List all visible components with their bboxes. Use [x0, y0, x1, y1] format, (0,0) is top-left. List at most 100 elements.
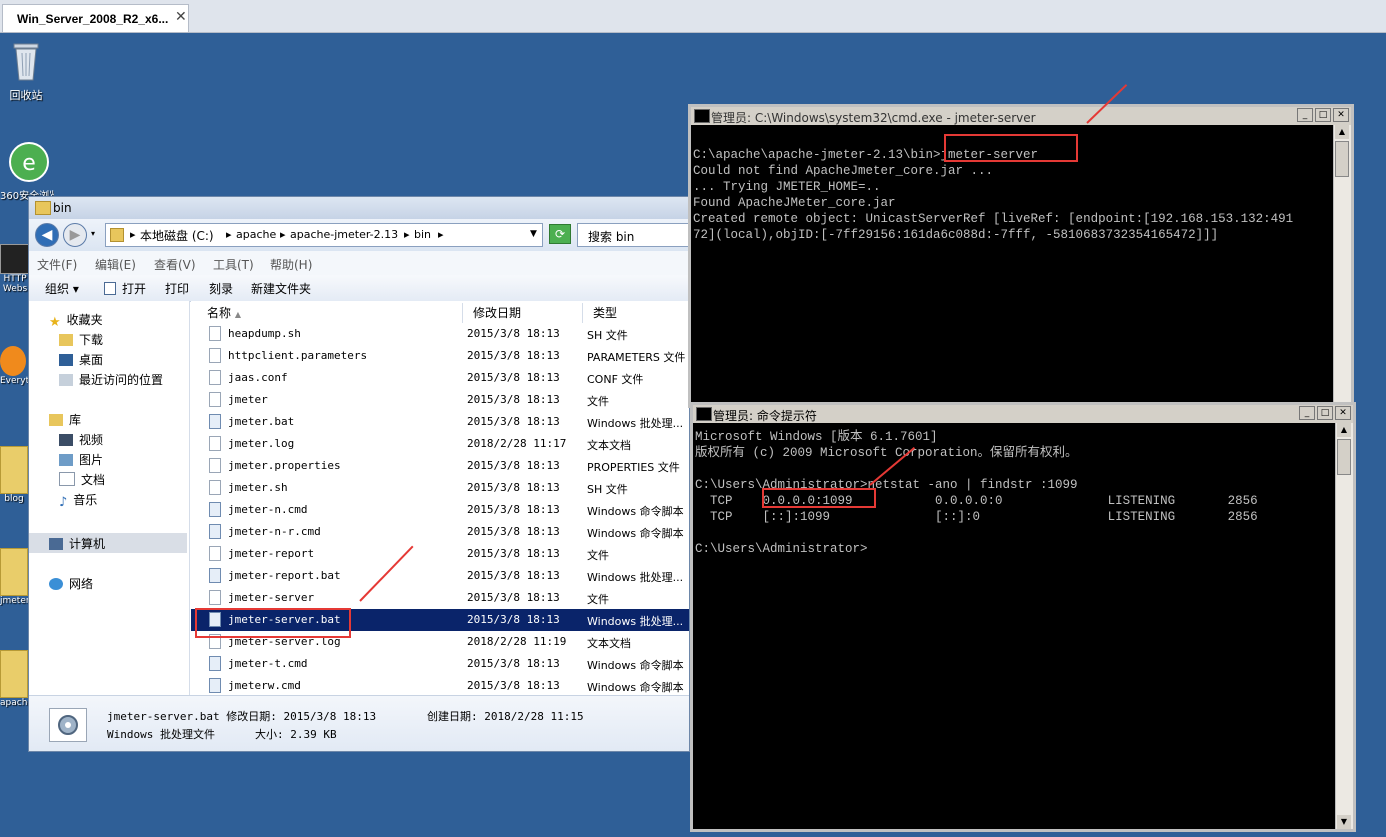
new-folder-button[interactable]: 新建文件夹: [251, 280, 311, 297]
menu-bar: 文件(F) 编辑(E) 查看(V) 工具(T) 帮助(H): [29, 251, 689, 275]
back-arrow-icon[interactable]: ◀: [35, 223, 59, 247]
nav-recent[interactable]: 最近访问的位置: [59, 371, 163, 388]
file-row[interactable]: httpclient.parameters 2015/3/8 18:13 PARAM…: [191, 345, 689, 367]
column-header-date[interactable]: 修改日期: [463, 303, 583, 323]
file-row[interactable]: jmeter-report 2015/3/8 18:13 文件: [191, 543, 689, 565]
minimize-button[interactable]: _: [1297, 108, 1313, 122]
vertical-scrollbar[interactable]: ▲: [1333, 125, 1351, 405]
gear-file-icon: [209, 568, 221, 583]
scroll-up-icon[interactable]: ▲: [1337, 423, 1351, 437]
file-row[interactable]: jmeter-n-r.cmd 2015/3/8 18:13 Windows 命令脚本: [191, 521, 689, 543]
nav-computer[interactable]: 计算机: [49, 535, 105, 552]
file-type: 文件: [587, 395, 609, 408]
column-header-type[interactable]: 类型: [583, 303, 689, 323]
file-name: heapdump.sh: [228, 327, 301, 340]
cmd-title-bar[interactable]: 管理员: C:\Windows\system32\cmd.exe - jmete…: [691, 107, 1351, 125]
scroll-thumb[interactable]: [1335, 141, 1349, 177]
breadcrumb-apache[interactable]: apache: [236, 228, 276, 241]
file-type: Windows 批处理...: [587, 417, 684, 430]
server-icon: [0, 244, 30, 274]
minimize-button[interactable]: _: [1299, 406, 1315, 420]
forward-arrow-icon[interactable]: ▶: [63, 223, 87, 247]
desktop-icon-jmeter[interactable]: jmeter: [0, 548, 28, 606]
menu-help[interactable]: 帮助(H): [270, 256, 312, 273]
desktop-icon-apache[interactable]: apache: [0, 650, 28, 708]
vm-tab[interactable]: Win_Server_2008_R2_x6... ✕: [2, 4, 189, 32]
search-input[interactable]: 搜索 bin: [577, 223, 689, 247]
nav-favorites[interactable]: ★ 收藏夹: [49, 311, 103, 330]
maximize-button[interactable]: □: [1315, 108, 1331, 122]
file-type: Windows 命令脚本: [587, 659, 684, 672]
desktop-icon-everything[interactable]: Everything: [0, 346, 28, 386]
file-row[interactable]: jmeter-t.cmd 2015/3/8 18:13 Windows 命令脚本: [191, 653, 689, 675]
scroll-down-icon[interactable]: ▼: [1337, 815, 1351, 829]
nav-libraries[interactable]: 库: [49, 411, 81, 428]
file-row[interactable]: jmeter-server 2015/3/8 18:13 文件: [191, 587, 689, 609]
file-row[interactable]: jmeter 2015/3/8 18:13 文件: [191, 389, 689, 411]
file-name: jmeter-n.cmd: [228, 503, 308, 516]
file-row[interactable]: heapdump.sh 2015/3/8 18:13 SH 文件: [191, 323, 689, 345]
desktop-icon-recycle-bin[interactable]: 回收站: [4, 40, 48, 103]
burn-button[interactable]: 刻录: [209, 280, 233, 297]
organize-button[interactable]: 组织 ▾: [45, 280, 79, 297]
close-button[interactable]: ✕: [1335, 406, 1351, 420]
nav-music[interactable]: ♪ 音乐: [59, 491, 98, 510]
close-icon[interactable]: ✕: [175, 9, 187, 25]
file-date: 2015/3/8 18:13: [467, 371, 560, 384]
chevron-down-icon[interactable]: ▾: [91, 229, 95, 238]
menu-file[interactable]: 文件(F): [37, 256, 77, 273]
nav-pictures[interactable]: 图片: [59, 451, 103, 468]
file-type: Windows 批处理...: [587, 571, 684, 584]
folder-icon: [0, 548, 28, 596]
scroll-thumb[interactable]: [1337, 439, 1351, 475]
file-row[interactable]: jmeter.log 2018/2/28 11:17 文本文档: [191, 433, 689, 455]
desktop-icon-http[interactable]: HTTP Webs: [0, 244, 30, 294]
breadcrumb-drive[interactable]: 本地磁盘 (C:): [140, 227, 214, 244]
nav-downloads[interactable]: 下载: [59, 331, 103, 348]
file-row[interactable]: jaas.conf 2015/3/8 18:13 CONF 文件: [191, 367, 689, 389]
file-row[interactable]: jmeterw.cmd 2015/3/8 18:13 Windows 命令脚本: [191, 675, 689, 697]
breadcrumb-sep-icon: ▸: [226, 228, 232, 241]
nav-label: 收藏夹: [66, 313, 103, 327]
file-name: jmeterw.cmd: [228, 679, 301, 692]
nav-network[interactable]: 网络: [49, 575, 93, 592]
open-button[interactable]: 打开: [122, 280, 146, 297]
menu-edit[interactable]: 编辑(E): [95, 256, 136, 273]
nav-documents[interactable]: 文档: [59, 471, 105, 488]
maximize-button[interactable]: □: [1317, 406, 1333, 420]
file-row[interactable]: jmeter-report.bat 2015/3/8 18:13 Windows 批…: [191, 565, 689, 587]
chevron-down-icon[interactable]: ▼: [530, 229, 537, 239]
cmd-title-bar[interactable]: 管理员: 命令提示符 _ □ ✕: [693, 405, 1353, 423]
file-row[interactable]: jmeter.bat 2015/3/8 18:13 Windows 批处理...: [191, 411, 689, 433]
desktop-icon-blog[interactable]: blog: [0, 446, 28, 504]
folder-icon: [35, 201, 51, 215]
address-field[interactable]: ▸ 本地磁盘 (C:) ▸ apache ▸ apache-jmeter-2.1…: [105, 223, 543, 247]
refresh-icon[interactable]: ⟳: [549, 224, 571, 244]
nav-label: 网络: [69, 577, 94, 591]
folder-icon: [0, 446, 28, 494]
print-button[interactable]: 打印: [165, 280, 189, 297]
file-type: CONF 文件: [587, 373, 644, 386]
nav-desktop[interactable]: 桌面: [59, 351, 103, 368]
file-row[interactable]: jmeter.sh 2015/3/8 18:13 SH 文件: [191, 477, 689, 499]
nav-videos[interactable]: 视频: [59, 431, 103, 448]
breadcrumb-jmeter[interactable]: apache-jmeter-2.13: [290, 228, 398, 241]
highlight-box-jmeter-server-bat: [195, 608, 351, 638]
breadcrumb-bin[interactable]: bin: [414, 228, 431, 241]
cmd-title: 管理员: C:\Windows\system32\cmd.exe - jmete…: [711, 111, 1036, 125]
file-row[interactable]: jmeter.properties 2015/3/8 18:13 PROPERTIE…: [191, 455, 689, 477]
scroll-up-icon[interactable]: ▲: [1335, 125, 1349, 139]
nav-label: 下载: [79, 333, 104, 347]
file-row[interactable]: jmeter-n.cmd 2015/3/8 18:13 Windows 命令脚本: [191, 499, 689, 521]
explorer-title-bar[interactable]: bin: [29, 197, 689, 219]
column-header-name[interactable]: 名称 ▲: [197, 303, 463, 323]
file-date: 2015/3/8 18:13: [467, 569, 560, 582]
desktop-icon-360-browser[interactable]: e 360安全浏览器: [0, 140, 54, 202]
menu-tools[interactable]: 工具(T): [213, 256, 254, 273]
nav-label: 音乐: [73, 493, 98, 507]
vertical-scrollbar[interactable]: ▲ ▼: [1335, 423, 1353, 829]
menu-view[interactable]: 查看(V): [154, 256, 196, 273]
column-label: 修改日期: [473, 306, 522, 320]
close-button[interactable]: ✕: [1333, 108, 1349, 122]
